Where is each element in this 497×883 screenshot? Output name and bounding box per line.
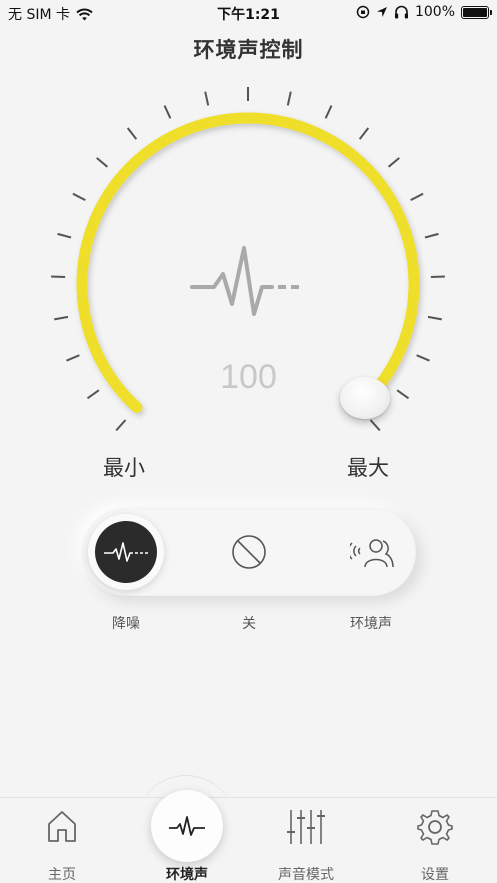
dial-tick — [126, 127, 138, 140]
home-icon — [48, 811, 76, 842]
equalizer-icon — [287, 810, 325, 844]
dial-tick — [204, 91, 210, 106]
dial-knob[interactable] — [340, 377, 390, 419]
max-label: 最大 — [347, 456, 389, 480]
tab-home[interactable]: 主页 — [12, 798, 112, 883]
tab-bar: 主页 环境声 声音模式 设置 — [0, 797, 497, 883]
gear-icon — [417, 810, 453, 845]
mode-selector — [82, 508, 416, 596]
tab-ambient-active-button[interactable] — [151, 790, 223, 862]
dial-tick — [427, 315, 442, 321]
dial-tick — [54, 315, 69, 321]
tab-settings[interactable]: 设置 — [385, 798, 485, 883]
dial-tick — [163, 105, 172, 119]
waveform-icon — [190, 246, 302, 316]
mode-ambient-button[interactable] — [334, 514, 410, 590]
dial-tick — [57, 232, 72, 239]
status-left: 无 SIM 卡 — [8, 4, 93, 24]
min-label: 最小 — [103, 456, 145, 480]
page-title: 环境声控制 — [193, 38, 304, 62]
battery-fill — [463, 7, 487, 17]
battery-percent: 100% — [414, 4, 455, 20]
waveform-icon — [104, 542, 148, 562]
location-icon — [376, 7, 387, 17]
dial-tick — [115, 419, 127, 432]
dial-tick — [387, 157, 400, 168]
carrier-text: 无 SIM 卡 — [8, 7, 70, 23]
tab-home-label: 主页 — [48, 867, 76, 883]
mode-noise-cancel-button[interactable] — [88, 514, 164, 590]
ambient-dial[interactable]: 100 — [0, 70, 497, 450]
mode-label-off: 关 — [242, 616, 256, 632]
wifi-icon — [76, 8, 93, 20]
dial-tick — [286, 91, 292, 106]
dial-tick — [72, 192, 86, 201]
status-bar: 无 SIM 卡 下午1:21 100% — [0, 0, 497, 26]
mode-noise-cancel-indicator — [95, 521, 157, 583]
status-right: 100% — [356, 4, 492, 20]
dial-tick — [96, 157, 109, 168]
dial-tick — [424, 232, 439, 239]
tab-settings-label: 设置 — [421, 867, 449, 883]
waveform-icon — [169, 816, 205, 836]
tab-ambient-label: 环境声 — [166, 867, 208, 883]
off-circle-icon — [232, 535, 266, 569]
ambient-person-icon — [350, 539, 394, 568]
mode-label-noise-cancel: 降噪 — [112, 616, 140, 632]
tab-sound-mode[interactable]: 声音模式 — [256, 798, 356, 883]
mode-label-ambient: 环境声 — [350, 616, 392, 632]
dial-value: 100 — [220, 358, 277, 396]
headphones-icon — [394, 5, 408, 19]
dial-tick — [358, 127, 370, 140]
dial-tick — [51, 275, 66, 278]
dial-tick — [410, 192, 424, 201]
dial-tick — [430, 275, 445, 278]
dial-tick — [324, 105, 333, 119]
tab-sound-mode-label: 声音模式 — [278, 867, 334, 883]
orientation-lock-icon — [356, 5, 370, 19]
battery-icon — [461, 5, 492, 19]
dial-tick — [369, 419, 381, 432]
mode-off-button[interactable] — [211, 514, 287, 590]
